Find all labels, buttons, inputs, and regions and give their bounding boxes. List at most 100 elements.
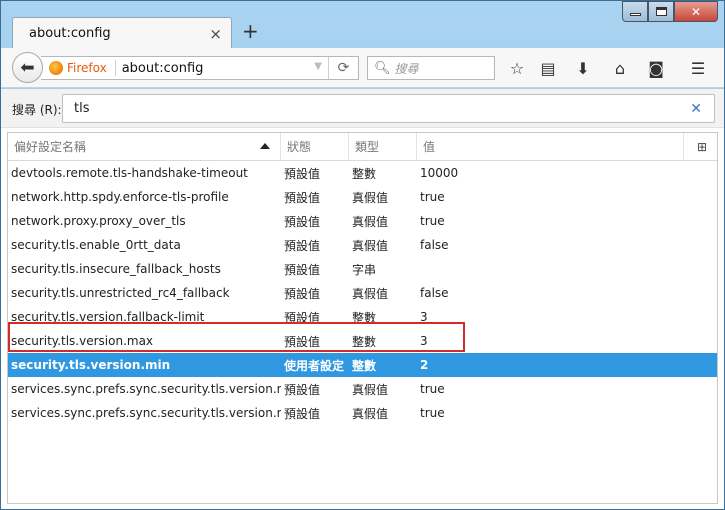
firefox-logo-icon [49, 61, 63, 75]
filter-input[interactable]: tls ✕ [62, 94, 715, 123]
reload-icon[interactable]: ⟳ [328, 57, 358, 79]
cell-status: 預設值 [284, 382, 321, 397]
sort-ascending-icon [260, 142, 270, 149]
table-row[interactable]: security.tls.insecure_fallback_hosts 預設值 字… [8, 257, 717, 281]
cell-name: security.tls.enable_0rtt_data [11, 238, 181, 252]
download-icon[interactable]: ⬇ [572, 57, 594, 79]
about-config-page: 搜尋 (R): tls ✕ 偏好設定名稱 狀態 類型 值 ⊞ devtools.… [1, 89, 724, 509]
pocket-icon[interactable]: ◙ [645, 57, 667, 79]
menu-icon[interactable]: ☰ [687, 57, 709, 79]
url-divider [114, 60, 116, 76]
filter-value: tls [74, 101, 90, 116]
column-header-status[interactable]: 狀態 [281, 132, 349, 161]
navigation-toolbar: Firefox about:config ▼ ⟳ ⬅ 🔍︎ 搜尋 ☆ ▤ ⬇ ⌂… [1, 48, 724, 88]
cell-value: true [420, 214, 445, 228]
cell-name: services.sync.prefs.sync.security.tls.ve… [11, 382, 281, 396]
cell-status: 預設值 [284, 238, 321, 253]
url-text[interactable]: about:config [122, 61, 204, 76]
cell-type: 字串 [352, 262, 377, 277]
cell-status: 使用者設定 [284, 358, 345, 373]
identity-box[interactable]: Firefox [41, 61, 107, 75]
cell-status: 預設值 [284, 166, 321, 181]
cell-name: security.tls.version.fallback-limit [11, 310, 205, 324]
cell-type: 真假值 [352, 238, 389, 253]
cell-status: 預設值 [284, 286, 321, 301]
tab-strip: about:config × + ✕ [1, 1, 724, 49]
filter-label: 搜尋 (R): [12, 103, 62, 117]
close-tab-icon[interactable]: × [209, 25, 222, 43]
cell-status: 預設值 [284, 214, 321, 229]
maximize-button[interactable] [648, 1, 674, 22]
browser-window: about:config × + ✕ Firefox about:config … [0, 0, 725, 510]
table-row[interactable]: services.sync.prefs.sync.security.tls.ve… [8, 377, 717, 401]
minimize-icon [629, 13, 641, 16]
search-placeholder: 搜尋 [394, 61, 419, 76]
cell-type: 真假值 [352, 190, 389, 205]
cell-value: true [420, 382, 445, 396]
maximize-icon [655, 7, 667, 16]
minimize-button[interactable] [622, 1, 648, 22]
search-bar[interactable]: 🔍︎ 搜尋 [367, 56, 495, 80]
table-row[interactable]: devtools.remote.tls-handshake-timeout 預設值… [8, 161, 717, 185]
column-header-value-label: 值 [423, 140, 436, 154]
cell-value: 2 [420, 358, 429, 372]
identity-label: Firefox [67, 61, 107, 75]
cell-name: services.sync.prefs.sync.security.tls.ve… [11, 406, 281, 420]
cell-status: 預設值 [284, 190, 321, 205]
cell-name: security.tls.insecure_fallback_hosts [11, 262, 221, 276]
cell-name: network.http.spdy.enforce-tls-profile [11, 190, 229, 204]
table-row[interactable]: network.proxy.proxy_over_tls 預設值 真假值 true [8, 209, 717, 233]
clear-filter-icon[interactable]: ✕ [690, 101, 702, 117]
url-bar[interactable]: Firefox about:config ▼ ⟳ [41, 56, 359, 80]
cell-type: 整數 [352, 334, 377, 349]
filter-row: 搜尋 (R): tls ✕ [1, 89, 724, 128]
url-dropdown-icon[interactable]: ▼ [314, 61, 322, 72]
new-tab-button[interactable]: + [242, 19, 259, 43]
table-body: devtools.remote.tls-handshake-timeout 預設值… [8, 161, 717, 425]
table-row[interactable]: services.sync.prefs.sync.security.tls.ve… [8, 401, 717, 425]
column-header-type[interactable]: 類型 [349, 132, 417, 161]
search-icon: 🔍︎ [374, 60, 391, 76]
back-arrow-icon: ⬅ [20, 57, 35, 78]
close-window-button[interactable]: ✕ [674, 1, 718, 22]
tab-title: about:config [29, 26, 111, 41]
cell-value: false [420, 286, 449, 300]
cell-value: false [420, 238, 449, 252]
cell-type: 真假值 [352, 382, 389, 397]
column-header-status-label: 狀態 [287, 140, 312, 154]
column-picker-icon[interactable]: ⊞ [697, 140, 707, 154]
cell-value: 10000 [420, 166, 459, 180]
table-header: 偏好設定名稱 狀態 類型 值 ⊞ [8, 132, 717, 161]
column-header-value[interactable]: 值 [417, 132, 684, 161]
cell-value: 3 [420, 310, 428, 324]
table-row[interactable]: security.tls.version.max 預設值 整數 3 [8, 329, 717, 353]
cell-type: 真假值 [352, 406, 389, 421]
cell-name: security.tls.version.max [11, 334, 154, 348]
cell-status: 預設值 [284, 334, 321, 349]
home-icon[interactable]: ⌂ [609, 57, 631, 79]
cell-name: security.tls.unrestricted_rc4_fallback [11, 286, 230, 300]
cell-value: 3 [420, 334, 428, 348]
bookmark-star-icon[interactable]: ☆ [506, 57, 528, 79]
column-header-name[interactable]: 偏好設定名稱 [8, 132, 281, 161]
table-row[interactable]: security.tls.version.fallback-limit 預設值 整數… [8, 305, 717, 329]
cell-type: 整數 [352, 358, 377, 373]
table-row[interactable]: security.tls.version.min 使用者設定 整數 2 [8, 353, 717, 377]
cell-type: 整數 [352, 166, 377, 181]
cell-value: true [420, 406, 445, 420]
cell-name: network.proxy.proxy_over_tls [11, 214, 186, 228]
back-button[interactable]: ⬅ [12, 52, 43, 83]
table-row[interactable]: security.tls.unrestricted_rc4_fallback 預設… [8, 281, 717, 305]
reading-list-icon[interactable]: ▤ [537, 57, 559, 79]
table-row[interactable]: security.tls.enable_0rtt_data 預設值 真假值 false [8, 233, 717, 257]
table-row[interactable]: network.http.spdy.enforce-tls-profile 預設值… [8, 185, 717, 209]
column-header-type-label: 類型 [355, 140, 380, 154]
cell-status: 預設值 [284, 406, 321, 421]
preferences-table: 偏好設定名稱 狀態 類型 值 ⊞ devtools.remote.tls-han… [7, 132, 718, 504]
tab-about-config[interactable]: about:config × [12, 17, 232, 49]
column-header-name-label: 偏好設定名稱 [14, 140, 87, 154]
cell-name: devtools.remote.tls-handshake-timeout [11, 166, 248, 180]
cell-type: 整數 [352, 310, 377, 325]
cell-status: 預設值 [284, 262, 321, 277]
cell-type: 真假值 [352, 286, 389, 301]
